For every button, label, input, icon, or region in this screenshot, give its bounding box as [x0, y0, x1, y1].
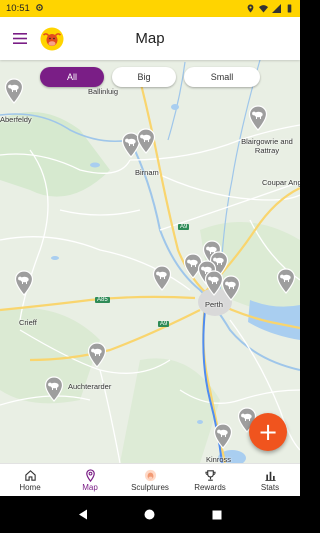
filter-all-chip[interactable]: All — [40, 67, 104, 87]
sculpture-pin-icon[interactable] — [221, 275, 241, 301]
sculpture-pin-icon[interactable] — [248, 105, 268, 131]
sculpture-pin-icon[interactable] — [276, 268, 296, 294]
bottom-nav: Home Map Sculptures Rewards Stats — [0, 463, 300, 496]
back-icon[interactable] — [78, 509, 88, 520]
system-nav-bar — [0, 496, 300, 533]
sculpture-pin-icon[interactable] — [87, 342, 107, 368]
sculpture-pin-icon[interactable] — [213, 423, 233, 449]
map-view[interactable]: Aberfeldy Ballinluig Blairgowrie and Rat… — [0, 60, 300, 463]
nav-stats[interactable]: Stats — [240, 464, 300, 496]
nav-stats-label: Stats — [260, 482, 280, 492]
road-label-a9-south: A9 — [158, 321, 170, 327]
highland-cow-logo-icon — [40, 27, 64, 50]
sculpture-pin-icon[interactable] — [44, 376, 64, 402]
nav-map-label: Map — [82, 482, 98, 492]
home-circle-icon[interactable] — [144, 509, 155, 520]
map-label-blairgowrie: Blairgowrie and Rattray — [241, 137, 293, 155]
nav-map[interactable]: Map — [60, 464, 120, 496]
status-bar: 10:51 — [0, 0, 300, 17]
sculpture-cow-icon — [144, 469, 156, 481]
home-icon — [24, 469, 36, 481]
nav-rewards[interactable]: Rewards — [180, 464, 240, 496]
add-fab-button[interactable]: + — [249, 413, 287, 451]
nav-home-label: Home — [19, 482, 41, 492]
size-filter-bar: All Big Small — [0, 67, 300, 87]
sculpture-pin-icon[interactable] — [152, 265, 172, 291]
sculpture-pin-icon[interactable] — [136, 128, 156, 154]
nav-sculptures[interactable]: Sculptures — [120, 464, 180, 496]
signal-icon — [272, 0, 281, 18]
status-time: 10:51 — [6, 3, 30, 14]
trophy-icon — [204, 469, 216, 481]
recents-icon[interactable] — [212, 510, 222, 520]
bar-chart-icon — [264, 471, 276, 481]
nav-sculptures-label: Sculptures — [131, 482, 169, 492]
filter-small-chip[interactable]: Small — [184, 67, 260, 87]
map-label-birnam: Birnam — [135, 168, 159, 177]
app-bar: Map — [0, 17, 300, 60]
map-pin-icon — [85, 468, 95, 482]
map-label-auchterarder: Auchterarder — [68, 382, 112, 391]
road-label-a85: A85 — [95, 297, 110, 303]
sculpture-pin-icon[interactable] — [14, 270, 34, 296]
road-label-a9-north: A9 — [178, 224, 190, 230]
map-label-coupar-angus: Coupar Angus — [262, 178, 300, 187]
location-icon — [246, 0, 255, 18]
settings-icon — [35, 3, 44, 15]
map-label-crieff: Crieff — [19, 318, 37, 327]
battery-icon — [285, 0, 294, 18]
map-label-ballinluig: Ballinluig — [88, 87, 119, 96]
hamburger-menu-icon — [13, 33, 27, 44]
map-label-perth: Perth — [205, 300, 223, 309]
map-label-kinross: Kinross — [206, 455, 232, 463]
menu-button[interactable] — [0, 17, 40, 60]
map-label-aberfeldy: Aberfeldy — [0, 115, 32, 124]
nav-home[interactable]: Home — [0, 464, 60, 496]
nav-rewards-label: Rewards — [194, 482, 226, 492]
filter-big-chip[interactable]: Big — [112, 67, 176, 87]
wifi-icon — [259, 0, 268, 18]
